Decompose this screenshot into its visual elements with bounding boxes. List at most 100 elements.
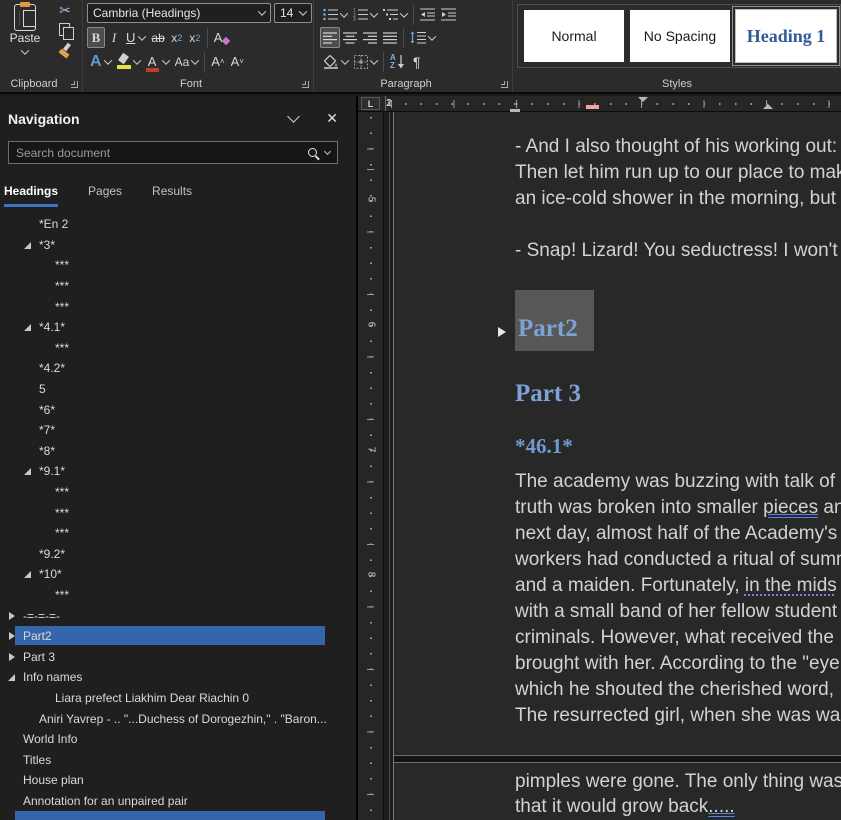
doc-line: pimples were gone. The only thing was: [515, 769, 841, 794]
tree-item[interactable]: ***: [0, 502, 356, 523]
borders-button[interactable]: [351, 51, 380, 72]
navigation-title: Navigation: [8, 111, 289, 127]
multilevel-list-button[interactable]: [380, 4, 410, 25]
tree-item[interactable]: -=-=-=-: [0, 605, 356, 626]
clipboard-dialog-launcher-icon[interactable]: [71, 81, 78, 88]
paragraph[interactable]: The academy was buzzing with talk oftrut…: [515, 469, 841, 729]
heading[interactable]: *46.1*: [515, 433, 841, 461]
highlight-color-button[interactable]: [114, 51, 143, 72]
numbering-button[interactable]: 123: [350, 4, 380, 25]
format-painter-icon[interactable]: [57, 43, 73, 59]
bullets-button[interactable]: [320, 4, 350, 25]
horizontal-ruler[interactable]: L 12: [358, 96, 841, 112]
tree-item[interactable]: *7*: [0, 420, 356, 441]
tree-item[interactable]: ***: [0, 523, 356, 544]
paragraph-group: 123: [314, 0, 513, 92]
font-name-select[interactable]: Cambria (Headings): [87, 3, 271, 23]
tab-selector[interactable]: L: [361, 97, 380, 110]
collapse-triangle-icon[interactable]: [498, 327, 506, 337]
tree-item[interactable]: *6*: [0, 399, 356, 420]
tree-item[interactable]: [0, 811, 356, 820]
nav-tab[interactable]: Headings: [4, 184, 58, 207]
subscript-button[interactable]: x2: [168, 27, 186, 48]
sort-button[interactable]: AZ: [387, 51, 408, 72]
paragraph[interactable]: - And I also thought of his working out:…: [515, 134, 841, 212]
tree-item[interactable]: Titles: [0, 749, 356, 770]
tree-item[interactable]: *8*: [0, 441, 356, 462]
copy-icon[interactable]: [59, 23, 72, 38]
chevron-down-icon[interactable]: [287, 110, 300, 123]
align-center-button[interactable]: [340, 27, 360, 48]
cut-icon[interactable]: ✂: [59, 2, 71, 18]
shrink-font-button[interactable]: A˅: [228, 51, 247, 72]
numbered-list-icon: 123: [353, 8, 368, 21]
chevron-down-icon[interactable]: [324, 148, 331, 155]
paragraph[interactable]: pimples were gone. The only thing wastha…: [515, 769, 841, 819]
ruler-number: 5: [366, 193, 377, 207]
change-case-button[interactable]: Aa: [172, 51, 202, 72]
tree-item[interactable]: ***: [0, 255, 356, 276]
font-dialog-launcher-icon[interactable]: [302, 81, 309, 88]
tree-item[interactable]: *3*: [0, 235, 356, 256]
decrease-indent-button[interactable]: [417, 4, 438, 25]
pilcrow-button[interactable]: ¶: [408, 51, 426, 72]
strikethrough-button[interactable]: ab: [148, 27, 167, 48]
tree-item[interactable]: House plan: [0, 770, 356, 791]
first-line-indent-marker[interactable]: [638, 97, 648, 102]
font-color-icon: A: [146, 54, 159, 69]
tree-item[interactable]: Info names: [0, 667, 356, 688]
tree-item[interactable]: Aniri Yavrep - .. "...Duchess of Dorogez…: [0, 708, 356, 729]
style-card[interactable]: Normal: [524, 10, 624, 62]
align-right-button[interactable]: [360, 27, 380, 48]
bold-button[interactable]: B: [87, 27, 105, 48]
tree-item[interactable]: Annotation for an unpaired pair: [0, 791, 356, 812]
styles-group-label: Styles: [513, 78, 841, 90]
heading[interactable]: Part 3: [515, 379, 841, 411]
superscript-button[interactable]: x2: [186, 27, 204, 48]
paragraph[interactable]: - Snap! Lizard! You seductress! I won't: [515, 238, 841, 264]
multilevel-list-icon: [383, 8, 398, 21]
align-left-button[interactable]: [320, 27, 340, 48]
search-icon[interactable]: [308, 148, 317, 157]
tree-item[interactable]: ***: [0, 296, 356, 317]
font-size-select[interactable]: 14: [274, 3, 312, 23]
increase-indent-button[interactable]: [438, 4, 459, 25]
tree-item[interactable]: ***: [0, 276, 356, 297]
tree-item[interactable]: ***: [0, 585, 356, 606]
tree-item[interactable]: *10*: [0, 564, 356, 585]
vertical-ruler[interactable]: 5678: [358, 112, 384, 820]
grow-font-button[interactable]: A˄: [208, 51, 227, 72]
line-spacing-button[interactable]: [407, 27, 438, 48]
tree-item[interactable]: 5: [0, 379, 356, 400]
text-effects-button[interactable]: A: [87, 51, 114, 72]
search-input[interactable]: Search document: [8, 141, 338, 164]
hanging-indent-marker[interactable]: [763, 104, 773, 109]
tree-item[interactable]: *4.2*: [0, 358, 356, 379]
tree-item[interactable]: World Info: [0, 729, 356, 750]
nav-tab[interactable]: Results: [152, 184, 192, 207]
tree-item[interactable]: ***: [0, 338, 356, 359]
tree-item[interactable]: ***: [0, 482, 356, 503]
tree-item[interactable]: *9.1*: [0, 461, 356, 482]
style-card[interactable]: No Spacing: [630, 10, 730, 62]
left-indent-marker[interactable]: [510, 109, 520, 112]
justify-button[interactable]: [380, 27, 400, 48]
italic-button[interactable]: I: [105, 27, 123, 48]
nav-tab[interactable]: Pages: [88, 184, 122, 207]
tree-item[interactable]: *4.1*: [0, 317, 356, 338]
shading-button[interactable]: [320, 51, 351, 72]
underline-button[interactable]: U: [123, 27, 148, 48]
tree-item[interactable]: *9.2*: [0, 544, 356, 565]
style-card[interactable]: Heading 1: [736, 10, 836, 62]
page-content[interactable]: - And I also thought of his working out:…: [394, 112, 841, 820]
paragraph-dialog-launcher-icon[interactable]: [501, 81, 508, 88]
tree-item[interactable]: Part 3: [0, 646, 356, 667]
heading[interactable]: Part2: [498, 290, 841, 351]
close-icon[interactable]: ✕: [326, 110, 338, 127]
tree-item[interactable]: Liara prefect Liakhim Dear Riachin 0: [0, 688, 356, 709]
paste-button[interactable]: Paste: [3, 2, 47, 74]
tree-item[interactable]: *En 2: [0, 214, 356, 235]
font-color-button[interactable]: A: [143, 51, 172, 72]
tree-item[interactable]: Part2: [0, 626, 356, 647]
clear-formatting-button[interactable]: A: [211, 27, 233, 48]
